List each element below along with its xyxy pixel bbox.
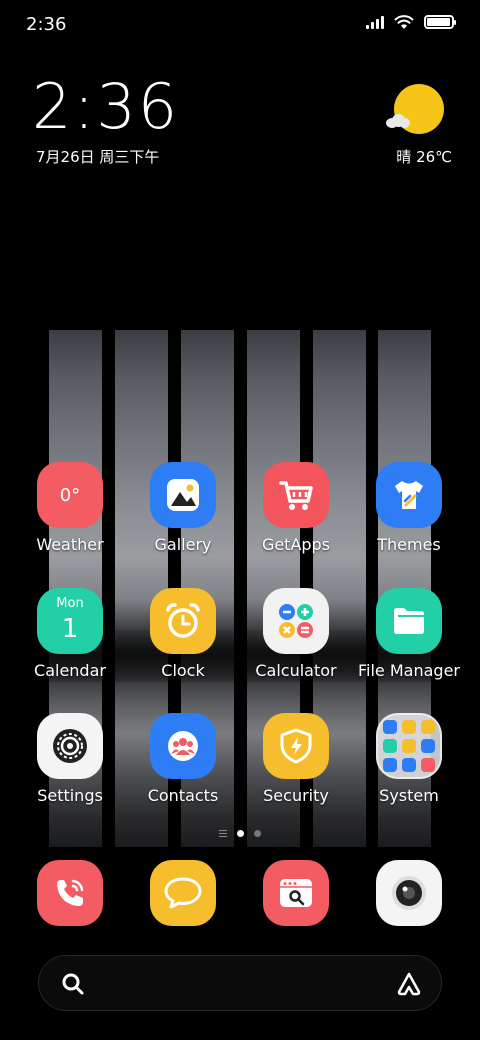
calculator-icon	[279, 604, 313, 638]
app-label: Clock	[161, 661, 205, 680]
app-gallery[interactable]: Gallery	[126, 462, 240, 554]
calendar-app-icon: Mon 1	[37, 588, 103, 654]
app-label: File Manager	[358, 661, 460, 680]
app-file-manager[interactable]: File Manager	[352, 588, 466, 680]
clock-app-icon	[150, 588, 216, 654]
app-label: Calculator	[255, 661, 337, 680]
status-time: 2:36	[26, 14, 67, 35]
app-label: Themes	[377, 535, 441, 554]
contacts-app-icon	[150, 713, 216, 779]
tshirt-icon	[395, 481, 423, 509]
wifi-icon	[394, 15, 414, 29]
app-contacts[interactable]: Contacts	[126, 713, 240, 805]
assistant-icon[interactable]	[395, 970, 423, 998]
clock-widget-date[interactable]: 7月26日 周三下午	[36, 146, 159, 167]
shopping-cart-icon	[279, 481, 313, 510]
page-list-icon	[219, 830, 227, 837]
weather-temp-icon-text: 0°	[59, 484, 81, 506]
status-bar: 2:36	[0, 0, 480, 50]
gear-icon	[53, 729, 87, 763]
cloud-icon	[386, 114, 410, 128]
phone-icon	[57, 879, 84, 906]
file-manager-app-icon	[376, 588, 442, 654]
app-calculator[interactable]: Calculator	[239, 588, 353, 680]
weather-widget[interactable]: 晴 26℃	[386, 84, 452, 166]
getapps-app-icon	[263, 462, 329, 528]
clock-widget-time[interactable]: 2:36	[32, 76, 179, 138]
search-bar[interactable]	[38, 955, 442, 1011]
security-app-icon	[263, 713, 329, 779]
status-icons	[366, 14, 456, 30]
page-dot-active	[237, 830, 244, 837]
gallery-app-icon	[150, 462, 216, 528]
dock-phone[interactable]	[37, 860, 103, 926]
app-label: Calendar	[34, 661, 106, 680]
app-label: Weather	[36, 535, 104, 554]
calendar-icon-day: Mon	[56, 596, 84, 611]
dock-browser[interactable]	[263, 860, 329, 926]
app-label: System	[379, 786, 439, 805]
app-label: Security	[263, 786, 329, 805]
message-bubble-icon	[164, 877, 202, 909]
browser-search-icon	[280, 879, 312, 907]
signal-icon	[366, 15, 384, 29]
folder-icon	[394, 608, 424, 634]
app-security[interactable]: Security	[239, 713, 353, 805]
alarm-clock-icon	[166, 603, 200, 638]
app-label: Settings	[37, 786, 103, 805]
app-label: Gallery	[154, 535, 212, 554]
camera-lens-icon	[392, 876, 426, 910]
battery-level	[427, 18, 450, 26]
search-icon	[62, 973, 84, 995]
battery-icon	[424, 15, 456, 29]
folder-app-grid	[383, 720, 435, 772]
app-themes[interactable]: Themes	[352, 462, 466, 554]
app-clock[interactable]: Clock	[126, 588, 240, 680]
weather-widget-text: 晴 26℃	[396, 148, 452, 166]
gallery-picture-icon	[167, 479, 199, 511]
system-folder-icon	[376, 713, 442, 779]
app-weather[interactable]: 0° Weather	[13, 462, 127, 554]
app-label: GetApps	[261, 535, 331, 554]
weather-app-icon: 0°	[37, 462, 103, 528]
app-getapps[interactable]: GetApps	[239, 462, 353, 554]
app-folder-system[interactable]: System	[352, 713, 466, 805]
calculator-app-icon	[263, 588, 329, 654]
app-label: Contacts	[147, 786, 219, 805]
dock-camera[interactable]	[376, 860, 442, 926]
shield-icon	[280, 728, 312, 764]
people-icon	[168, 731, 198, 761]
page-indicator[interactable]	[0, 830, 480, 837]
app-settings[interactable]: Settings	[13, 713, 127, 805]
dock-messages[interactable]	[150, 860, 216, 926]
themes-app-icon	[376, 462, 442, 528]
app-calendar[interactable]: Mon 1 Calendar	[13, 588, 127, 680]
page-dot	[254, 830, 261, 837]
calendar-icon-date: 1	[61, 614, 79, 644]
settings-app-icon	[37, 713, 103, 779]
